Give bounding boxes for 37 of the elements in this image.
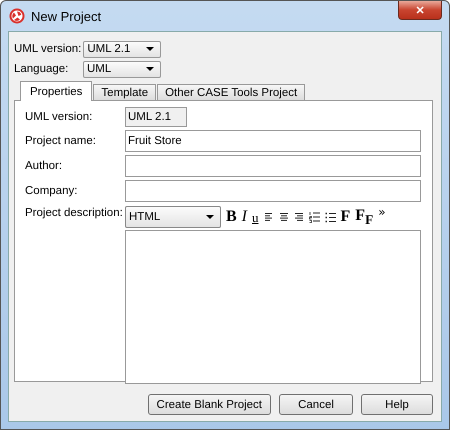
window-title: New Project [31, 8, 102, 24]
tab[interactable]: Other CASE Tools Project [157, 84, 306, 100]
bold-button[interactable]: B [226, 209, 237, 225]
field-label: Company: [25, 185, 78, 197]
caret-icon [146, 67, 154, 71]
more-button[interactable]: » [378, 206, 386, 218]
dropdown[interactable]: UML [83, 60, 161, 78]
input-field[interactable] [125, 180, 421, 202]
italic-button[interactable]: I [242, 209, 247, 225]
caret-icon [146, 47, 154, 51]
tab[interactable]: Properties [20, 81, 92, 101]
align-right-icon[interactable] [294, 212, 304, 222]
read-only-field: UML 2.1 [125, 107, 187, 127]
field-label: Project description: [25, 206, 124, 221]
tab[interactable]: Template [93, 84, 156, 100]
dialog-button[interactable]: Create Blank Project [148, 394, 271, 415]
close-button[interactable]: ✕ [398, 1, 442, 20]
input-field[interactable] [125, 155, 421, 177]
format-dropdown[interactable]: HTML [125, 206, 221, 228]
field-label: UML version: [14, 43, 82, 55]
align-center-icon[interactable] [278, 212, 288, 222]
input-field[interactable]: Fruit Store [125, 130, 421, 152]
dialog-button[interactable]: Cancel [279, 394, 353, 415]
dialog-button[interactable]: Help [361, 394, 433, 415]
font-button[interactable]: F [340, 209, 350, 225]
field-label: Project name: [25, 135, 97, 147]
numbered-list-icon[interactable] [308, 211, 320, 223]
dropdown[interactable]: UML 2.1 [83, 40, 162, 58]
underline-button[interactable]: u [252, 210, 258, 224]
align-left-icon[interactable] [264, 212, 274, 222]
app-logo-icon [9, 8, 25, 24]
field-label: Author: [25, 160, 64, 172]
field-label: Language: [14, 63, 70, 75]
font-size-button[interactable]: F$_{F}$ [355, 208, 374, 226]
caret-icon [206, 215, 214, 219]
bullet-list-icon[interactable] [324, 212, 336, 222]
field-label: UML version: [25, 111, 94, 123]
